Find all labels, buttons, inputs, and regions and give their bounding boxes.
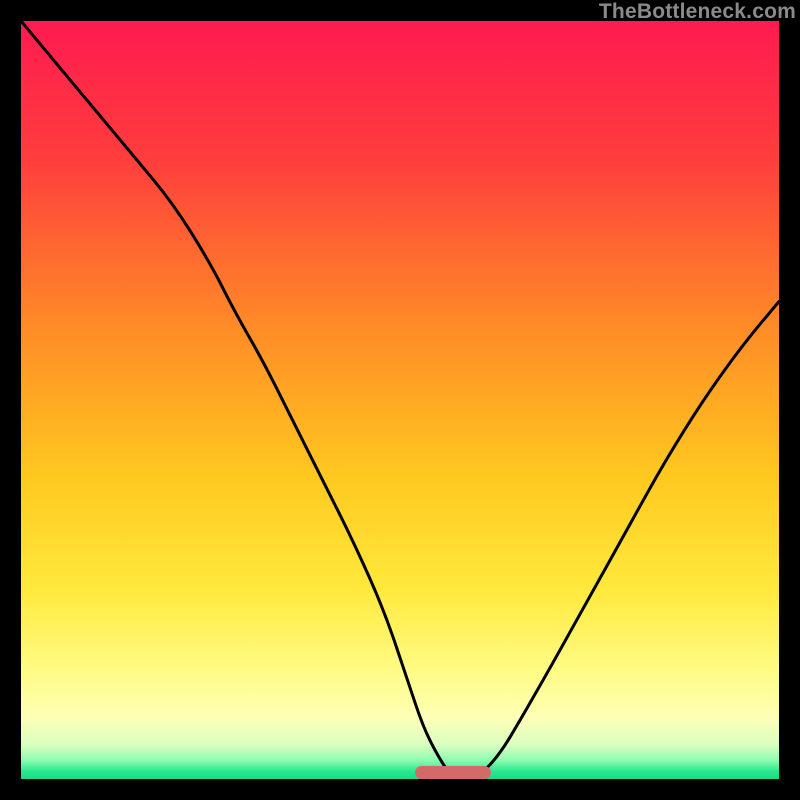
watermark-text: TheBottleneck.com	[599, 0, 796, 24]
plot-area	[21, 21, 779, 779]
chart-frame: TheBottleneck.com	[0, 0, 800, 800]
optimal-range-marker	[415, 766, 491, 779]
bottleneck-curve	[21, 21, 779, 779]
